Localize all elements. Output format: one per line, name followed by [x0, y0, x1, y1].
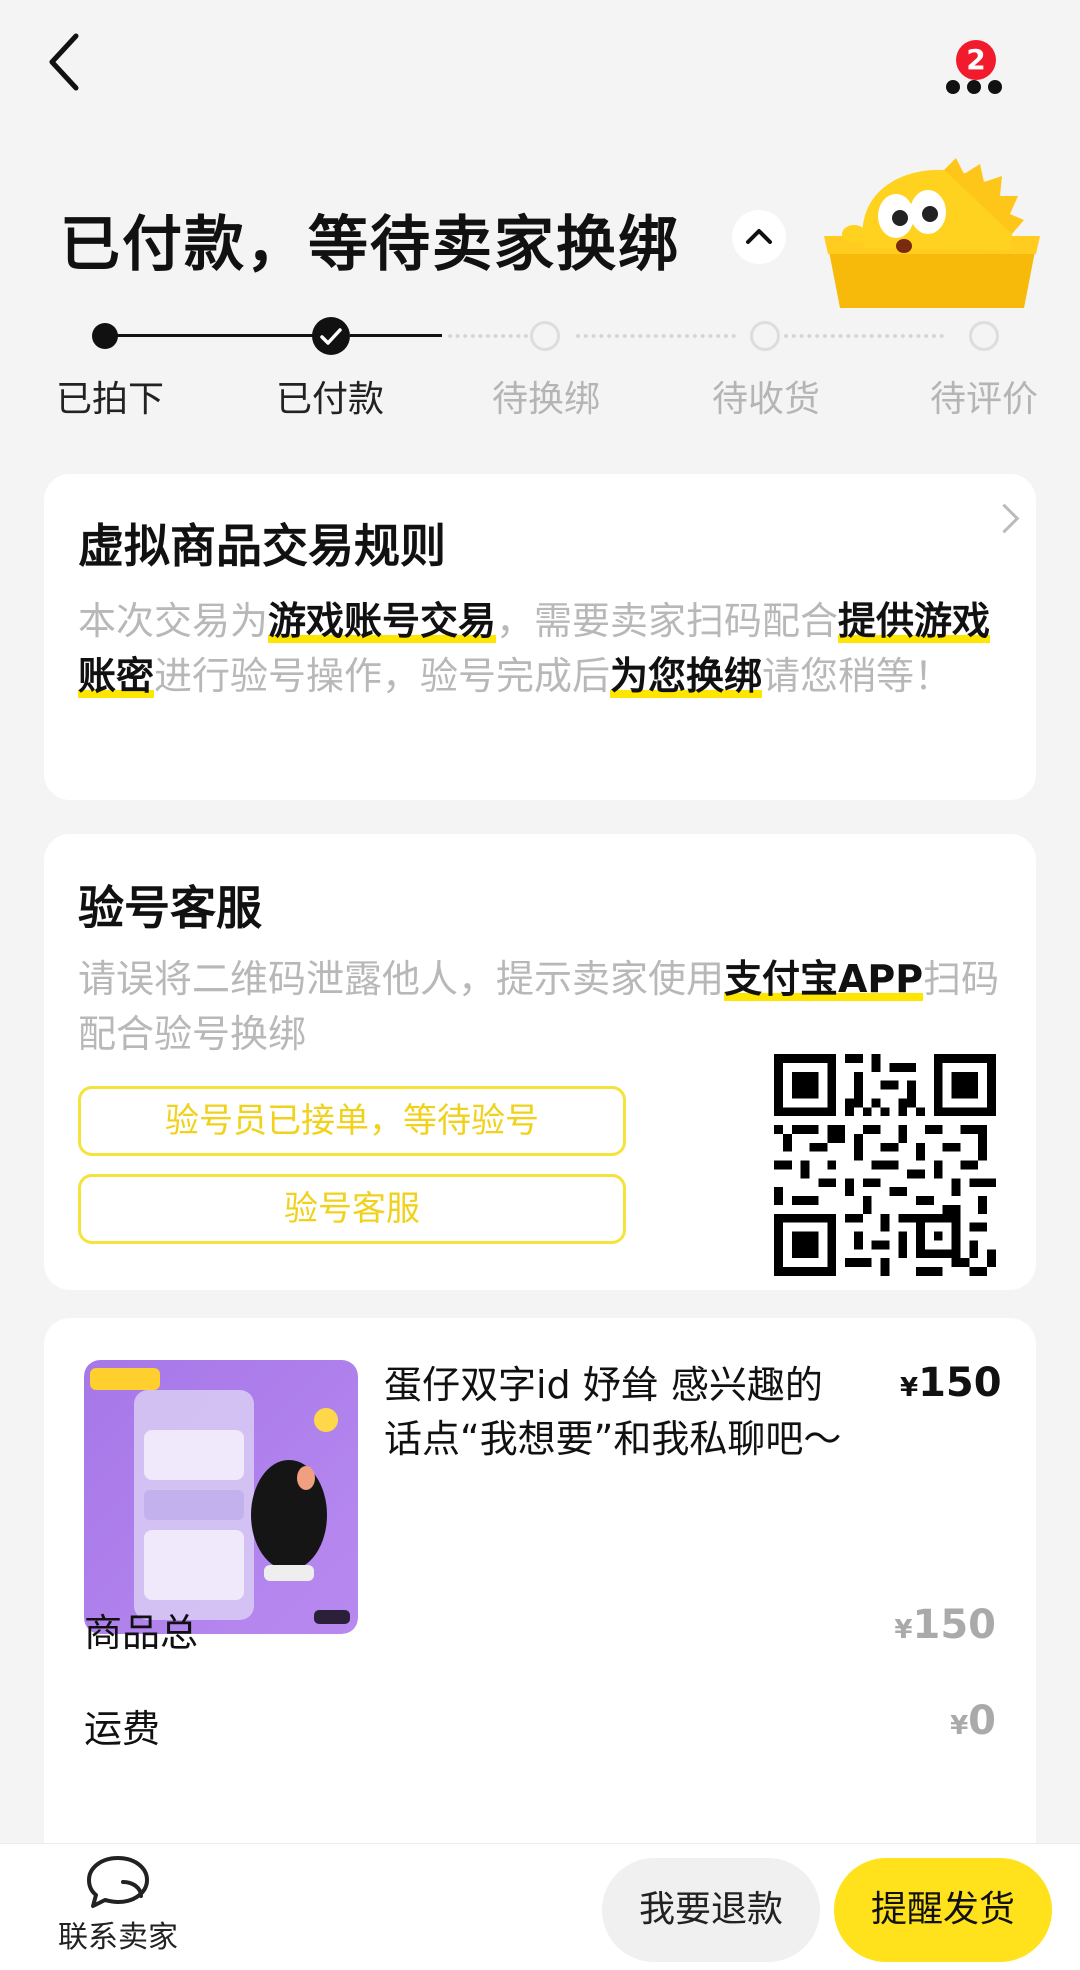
order-progress: 已拍下 已付款 待换绑 待收货 待评价	[0, 310, 1080, 420]
contact-seller-label: 联系卖家	[58, 1920, 178, 1955]
verifier-status-button[interactable]: 验号员已接单，等待验号	[78, 1086, 626, 1156]
rules-card-title: 虚拟商品交易规则	[78, 519, 446, 573]
step-node-rebind	[530, 321, 560, 351]
step-label-rebind: 待换绑	[491, 379, 601, 420]
step-label-review: 待评价	[929, 379, 1039, 420]
chat-bubble-icon	[87, 1856, 149, 1908]
rules-card-text: 本次交易为游戏账号交易，需要卖家扫码配合提供游戏账密进行验号操作，验号完成后为您…	[78, 599, 991, 698]
shipping-amount: ¥0	[950, 1698, 996, 1744]
verify-card-title: 验号客服	[78, 881, 262, 935]
more-dots-icon	[946, 80, 1002, 94]
more-menu-button[interactable]: 2	[946, 40, 1016, 100]
step-label-ordered: 已拍下	[55, 379, 165, 420]
collapse-toggle[interactable]	[732, 210, 786, 264]
subtotal-label: 商品总	[84, 1611, 199, 1655]
verify-card-text: 请误将二维码泄露他人，提示卖家使用支付宝APP扫码配合验号换绑	[78, 957, 1000, 1056]
chevron-up-icon	[746, 229, 772, 244]
verify-service-card: 验号客服 请误将二维码泄露他人，提示卖家使用支付宝APP扫码配合验号换绑 验号员…	[44, 834, 1036, 1290]
step-node-receive	[750, 321, 780, 351]
step-label-receive: 待收货	[711, 379, 821, 420]
bottom-action-bar: 联系卖家 我要退款 提醒发货	[0, 1843, 1080, 1970]
step-node-ordered	[92, 323, 118, 349]
notification-badge: 2	[956, 40, 996, 80]
chevron-right-icon	[989, 503, 1020, 534]
back-button[interactable]	[44, 30, 88, 94]
product-price: ¥150	[900, 1360, 1002, 1406]
subtotal-amount: ¥150	[894, 1602, 996, 1648]
step-label-paid: 已付款	[275, 379, 385, 420]
step-node-review	[969, 321, 999, 351]
shipping-label: 运费	[84, 1707, 161, 1751]
order-status-title: 已付款，等待卖家换绑	[60, 210, 680, 280]
qr-code[interactable]	[774, 1054, 996, 1276]
remind-ship-button[interactable]: 提醒发货	[834, 1858, 1052, 1962]
step-node-paid	[312, 317, 350, 355]
checkmark-icon	[320, 328, 342, 345]
verify-service-button[interactable]: 验号客服	[78, 1174, 626, 1244]
refund-button[interactable]: 我要退款	[602, 1858, 820, 1962]
trade-rules-card[interactable]: 虚拟商品交易规则 本次交易为游戏账号交易，需要卖家扫码配合提供游戏账密进行验号操…	[44, 474, 1036, 800]
back-arrow-icon	[49, 33, 79, 91]
product-title: 蛋仔双字id 妤耸 感兴趣的话点“我想要”和我私聊吧～	[384, 1363, 842, 1461]
product-image[interactable]	[84, 1360, 358, 1634]
contact-seller-button[interactable]: 联系卖家	[48, 1852, 188, 1956]
